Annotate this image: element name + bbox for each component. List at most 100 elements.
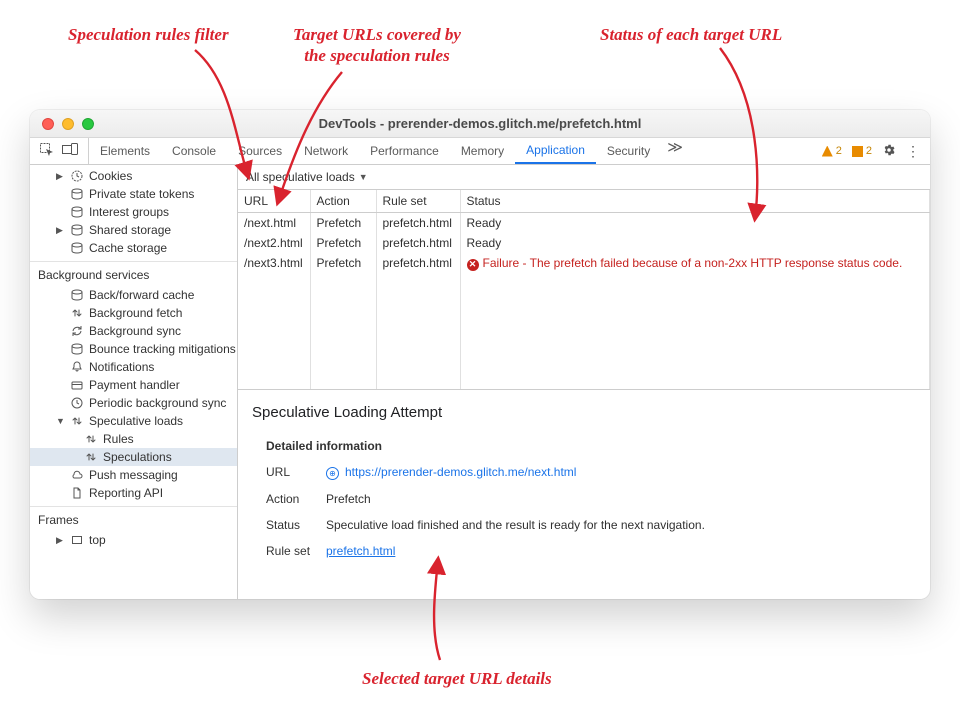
settings-gear-icon[interactable] (882, 143, 896, 160)
kebab-menu-icon[interactable]: ⋮ (906, 143, 920, 160)
sidebar-item-label: Reporting API (89, 486, 163, 500)
updown-icon (70, 415, 84, 427)
link-icon: ⊕ (326, 467, 339, 480)
annotation-filter: Speculation rules filter (68, 24, 229, 45)
sidebar-item-cache-storage[interactable]: Cache storage (30, 239, 237, 257)
detail-status-value: Speculative load finished and the result… (326, 518, 916, 532)
detail-status-label: Status (266, 518, 326, 532)
cell-status: Ready (460, 233, 930, 253)
warnings-badge[interactable]: 2 (822, 145, 842, 157)
sidebar-item-top[interactable]: ▶top (30, 531, 237, 549)
inspect-icon[interactable] (40, 143, 54, 160)
sidebar-item-bounce-tracking-mitigations[interactable]: Bounce tracking mitigations (30, 340, 237, 358)
sidebar-item-label: Private state tokens (89, 187, 194, 201)
sidebar-item-reporting-api[interactable]: Reporting API (30, 484, 237, 502)
annotation-targets: Target URLs covered by the speculation r… (293, 24, 461, 67)
detail-url-value[interactable]: ⊕https://prerender-demos.glitch.me/next.… (326, 465, 916, 480)
table-row[interactable]: /next.htmlPrefetchprefetch.htmlReady (238, 213, 930, 234)
sidebar-item-label: Rules (103, 432, 134, 446)
cloud-icon (70, 469, 84, 481)
sidebar-item-push-messaging[interactable]: Push messaging (30, 466, 237, 484)
sidebar-item-label: Background fetch (89, 306, 182, 320)
speculations-table: URL Action Rule set Status /next.htmlPre… (238, 190, 930, 390)
tab-sources[interactable]: Sources (227, 138, 293, 164)
sidebar-item-speculative-loads[interactable]: ▼Speculative loads (30, 412, 237, 430)
sidebar-item-label: Cache storage (89, 241, 167, 255)
sidebar-item-periodic-background-sync[interactable]: Periodic background sync (30, 394, 237, 412)
sidebar-item-label: Interest groups (89, 205, 169, 219)
clock2-icon (70, 397, 84, 409)
sidebar-item-rules[interactable]: Rules (30, 430, 237, 448)
detail-ruleset-label: Rule set (266, 544, 326, 558)
cell-status: Ready (460, 213, 930, 234)
tab-network[interactable]: Network (293, 138, 359, 164)
sidebar-item-label: Background sync (89, 324, 181, 338)
col-status[interactable]: Status (460, 190, 930, 213)
sidebar-item-back-forward-cache[interactable]: Back/forward cache (30, 286, 237, 304)
sidebar-item-label: Bounce tracking mitigations (89, 342, 236, 356)
table-spacer (238, 294, 930, 314)
speculation-filter-dropdown[interactable]: All speculative loads ▼ (246, 170, 368, 184)
cell-url: /next3.html (238, 253, 310, 274)
warning-icon (822, 146, 833, 157)
device-toggle-icon[interactable] (62, 143, 78, 160)
cell-ruleset: prefetch.html (376, 213, 460, 234)
table-row[interactable]: /next3.htmlPrefetchprefetch.html✕Failure… (238, 253, 930, 274)
tab-performance[interactable]: Performance (359, 138, 450, 164)
table-row[interactable]: /next2.htmlPrefetchprefetch.htmlReady (238, 233, 930, 253)
updown-icon (84, 433, 98, 445)
sidebar-item-label: Speculations (103, 450, 172, 464)
db-icon (70, 206, 84, 218)
db-icon (70, 343, 84, 355)
doc-icon (70, 487, 84, 499)
devtools-window: DevTools - prerender-demos.glitch.me/pre… (30, 110, 930, 599)
sidebar-item-shared-storage[interactable]: ▶Shared storage (30, 221, 237, 239)
titlebar: DevTools - prerender-demos.glitch.me/pre… (30, 110, 930, 138)
db-icon (70, 188, 84, 200)
sidebar-item-payment-handler[interactable]: Payment handler (30, 376, 237, 394)
updown-icon (70, 307, 84, 319)
tab-elements[interactable]: Elements (89, 138, 161, 164)
sidebar-item-label: Payment handler (89, 378, 180, 392)
window-title: DevTools - prerender-demos.glitch.me/pre… (30, 116, 930, 131)
detail-subheading: Detailed information (266, 439, 916, 453)
tab-security[interactable]: Security (596, 138, 661, 164)
tab-memory[interactable]: Memory (450, 138, 515, 164)
error-icon: ✕ (467, 259, 479, 271)
cell-ruleset: prefetch.html (376, 253, 460, 274)
sidebar-item-private-state-tokens[interactable]: Private state tokens (30, 185, 237, 203)
clock-icon (70, 170, 84, 182)
col-action[interactable]: Action (310, 190, 376, 213)
tab-application[interactable]: Application (515, 138, 596, 164)
devtools-toolbar: ElementsConsoleSourcesNetworkPerformance… (30, 138, 930, 165)
detail-action-value: Prefetch (326, 492, 916, 506)
more-tabs-icon[interactable]: ≫ (661, 138, 689, 164)
detail-pane: Speculative Loading Attempt Detailed inf… (238, 390, 930, 599)
updown-icon (84, 451, 98, 463)
sidebar-item-cookies[interactable]: ▶Cookies (30, 167, 237, 185)
table-spacer (238, 354, 930, 374)
tab-console[interactable]: Console (161, 138, 227, 164)
cell-url: /next2.html (238, 233, 310, 253)
sidebar-item-notifications[interactable]: Notifications (30, 358, 237, 376)
table-spacer (238, 334, 930, 354)
annotation-status: Status of each target URL (600, 24, 782, 45)
issue-icon (852, 146, 863, 157)
filter-label: All speculative loads (246, 170, 355, 184)
col-url[interactable]: URL (238, 190, 310, 213)
sidebar-item-label: Periodic background sync (89, 396, 226, 410)
sidebar-item-speculations[interactable]: Speculations (30, 448, 237, 466)
annotation-details: Selected target URL details (362, 668, 552, 689)
sidebar-item-background-fetch[interactable]: Background fetch (30, 304, 237, 322)
sidebar-section-background-services: Background services (30, 261, 237, 286)
cell-ruleset: prefetch.html (376, 233, 460, 253)
cell-url: /next.html (238, 213, 310, 234)
issues-badge[interactable]: 2 (852, 145, 872, 157)
sidebar-item-label: top (89, 533, 106, 547)
sidebar-item-background-sync[interactable]: Background sync (30, 322, 237, 340)
detail-ruleset-value[interactable]: prefetch.html (326, 544, 916, 558)
sidebar-item-interest-groups[interactable]: Interest groups (30, 203, 237, 221)
sidebar-item-label: Speculative loads (89, 414, 183, 428)
sidebar-item-label: Shared storage (89, 223, 171, 237)
col-ruleset[interactable]: Rule set (376, 190, 460, 213)
